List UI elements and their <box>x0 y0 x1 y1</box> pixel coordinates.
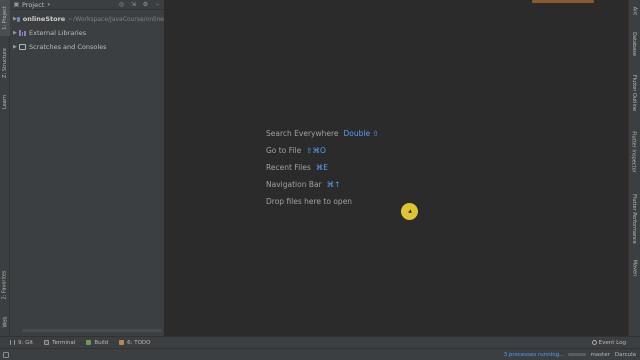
todo-icon <box>119 340 125 345</box>
tab-structure[interactable]: Z: Structure <box>0 40 10 86</box>
tab-maven[interactable]: Maven <box>628 256 640 280</box>
tree-item-scratches[interactable]: ▶ Scratches and Consoles <box>10 40 164 54</box>
tab-flutter-outline[interactable]: Flutter Outline <box>628 68 640 118</box>
build-icon <box>86 340 92 345</box>
git-branch[interactable]: master <box>590 352 609 358</box>
module-folder-icon <box>16 16 20 22</box>
tree-item-onlinestore[interactable]: ▶ onlineStore ~/Workspace/JavaCourse/onl… <box>10 12 164 26</box>
tab-todo[interactable]: 6: TODO <box>119 340 150 346</box>
toggle-tool-windows-icon[interactable] <box>3 351 9 358</box>
hint-go-to-file: Go to File ⇧⌘O <box>266 146 326 155</box>
gear-icon[interactable]: ⚙ <box>142 1 149 8</box>
theme-indicator[interactable]: Darcula <box>615 352 636 358</box>
tab-git[interactable]: 9: Git <box>10 340 33 346</box>
project-panel-header: ▣ Project ▾ ◎ ⇲ ⚙ – <box>10 0 164 10</box>
hint-recent-files: Recent Files ⌘E <box>266 163 329 172</box>
tab-web[interactable]: Web <box>0 312 10 332</box>
tab-project[interactable]: 1: Project <box>0 0 10 36</box>
project-panel: ▣ Project ▾ ◎ ⇲ ⚙ – ▶ onlineStore ~/Work… <box>10 0 165 336</box>
tab-terminal[interactable]: Terminal <box>44 340 75 346</box>
event-log-button[interactable]: Event Log <box>591 340 626 346</box>
background-processes[interactable]: 3 processes running... <box>504 352 565 358</box>
progress-bar <box>568 353 587 356</box>
tab-favorites[interactable]: 2: Favorites <box>0 262 10 308</box>
chevron-down-icon[interactable]: ▾ <box>45 1 52 8</box>
hint-navigation-bar: Navigation Bar ⌘↑ <box>266 180 341 189</box>
left-tool-strip: 1: Project Z: Structure Learn 2: Favorit… <box>0 0 10 336</box>
editor-hints: Search Everywhere Double ⇧ Go to File ⇧⌘… <box>266 125 379 210</box>
project-tree: ▶ onlineStore ~/Workspace/JavaCourse/onl… <box>10 10 164 54</box>
project-panel-title[interactable]: Project <box>22 1 44 9</box>
bottom-tool-bar: 9: Git Terminal Build 6: TODO Event Log <box>0 336 640 348</box>
tab-build[interactable]: Build <box>86 340 108 346</box>
libraries-icon <box>19 30 27 36</box>
event-log-icon <box>591 340 597 345</box>
terminal-icon <box>44 340 50 345</box>
mouse-cursor-highlight <box>401 203 418 220</box>
hint-search-everywhere: Search Everywhere Double ⇧ <box>266 129 379 138</box>
horizontal-scrollbar[interactable] <box>22 329 162 332</box>
tab-ant[interactable]: Ant <box>628 2 640 20</box>
hint-drop-files: Drop files here to open <box>266 197 353 206</box>
scratches-icon <box>19 44 26 50</box>
folder-icon: ▣ <box>13 1 20 8</box>
tab-learn[interactable]: Learn <box>0 90 10 114</box>
watermark-logo <box>532 0 594 5</box>
tree-item-external-libraries[interactable]: ▶ External Libraries <box>10 26 164 40</box>
collapse-icon[interactable]: ⇲ <box>130 1 137 8</box>
hide-icon[interactable]: – <box>154 1 161 8</box>
locate-icon[interactable]: ◎ <box>118 1 125 8</box>
tab-flutter-performance[interactable]: Flutter Performance <box>628 186 640 252</box>
tab-database[interactable]: Database <box>628 26 640 62</box>
git-icon <box>10 340 15 345</box>
editor-empty-area[interactable]: Search Everywhere Double ⇧ Go to File ⇧⌘… <box>166 0 628 336</box>
tab-flutter-inspector[interactable]: Flutter Inspector <box>628 124 640 180</box>
status-bar: 3 processes running... master Darcula <box>0 348 640 360</box>
right-tool-strip: Ant Database Flutter Outline Flutter Ins… <box>628 0 640 336</box>
